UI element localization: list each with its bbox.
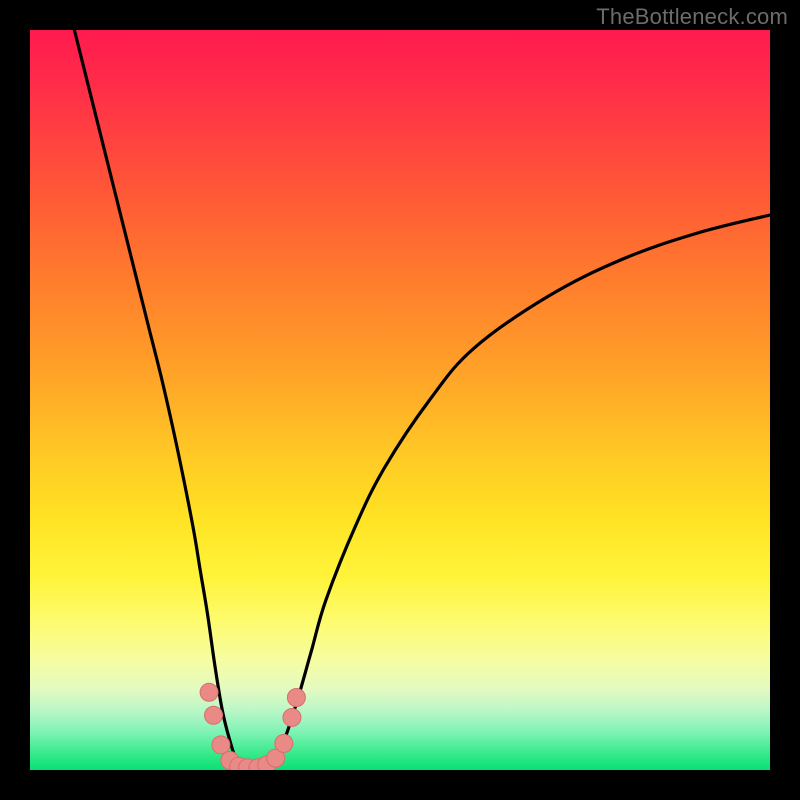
highlight-dots [200,683,305,770]
bottleneck-curve [74,30,770,770]
curve-layer [30,30,770,770]
highlight-dot [287,688,305,706]
highlight-dot [212,736,230,754]
chart-frame: TheBottleneck.com [0,0,800,800]
plot-area [30,30,770,770]
highlight-dot [275,734,293,752]
watermark-text: TheBottleneck.com [596,4,788,30]
highlight-dot [200,683,218,701]
highlight-dot [205,706,223,724]
highlight-dot [283,708,301,726]
